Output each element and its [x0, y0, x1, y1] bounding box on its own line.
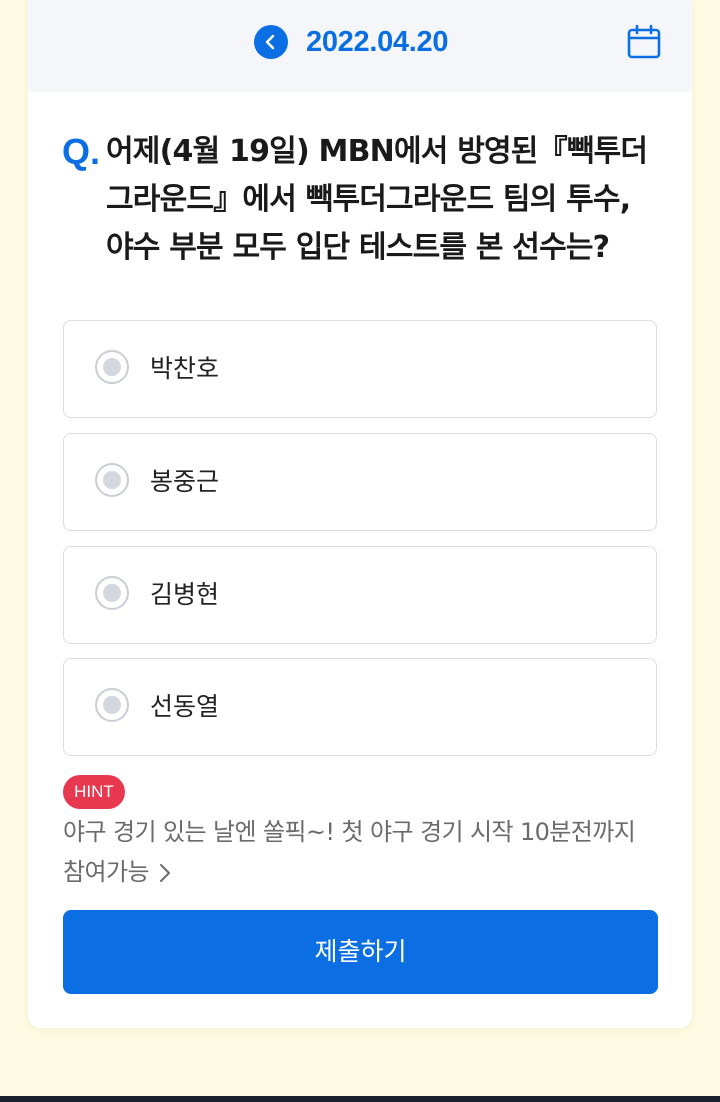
submit-button[interactable]: 제출하기: [63, 910, 658, 994]
answer-option-label: 봉중근: [150, 467, 220, 496]
answer-option-label: 선동열: [150, 692, 220, 721]
quiz-card: 2022.04.20 Q. 어제(4월 19일) MBN에서 방영된『빽투더 그…: [28, 0, 692, 1028]
radio-button[interactable]: [95, 463, 129, 497]
prev-date-button[interactable]: [254, 25, 288, 59]
calendar-button[interactable]: [626, 24, 662, 60]
radio-dot: [103, 358, 121, 376]
hint-badge: HINT: [63, 775, 125, 809]
question-mark: Q.: [62, 131, 101, 172]
calendar-icon: [627, 24, 661, 59]
answer-option-label: 박찬호: [150, 354, 220, 383]
hint-link[interactable]: 참여가능: [63, 852, 171, 892]
radio-dot: [103, 696, 121, 714]
radio-button[interactable]: [95, 688, 129, 722]
radio-dot: [103, 471, 121, 489]
question-text-line-2: 그라운드』에서 빽투더그라운드 팀의 투수,: [106, 182, 631, 217]
answer-option-2[interactable]: 봉중근: [63, 433, 657, 531]
radio-dot: [103, 584, 121, 602]
chevron-right-icon: [159, 864, 170, 882]
bottom-bar: [0, 1096, 720, 1102]
date-bar: 2022.04.20: [28, 0, 692, 92]
hint-text: 야구 경기 있는 날엔 쏠픽~! 첫 야구 경기 시작 10분전까지: [63, 818, 636, 846]
question-text-line-3: 야수 부분 모두 입단 테스트를 본 선수는?: [106, 230, 610, 265]
answer-option-3[interactable]: 김병현: [63, 546, 657, 644]
chevron-left-icon: [265, 34, 275, 50]
current-date: 2022.04.20: [306, 26, 449, 58]
radio-button[interactable]: [95, 576, 129, 610]
hint-link-label: 참여가능: [63, 858, 150, 886]
radio-button[interactable]: [95, 350, 129, 384]
answer-option-1[interactable]: 박찬호: [63, 320, 657, 418]
answer-option-label: 김병현: [150, 580, 220, 609]
answer-option-4[interactable]: 선동열: [63, 658, 657, 756]
question-text-line-1: 어제(4월 19일) MBN에서 방영된『빽투더: [106, 134, 648, 169]
